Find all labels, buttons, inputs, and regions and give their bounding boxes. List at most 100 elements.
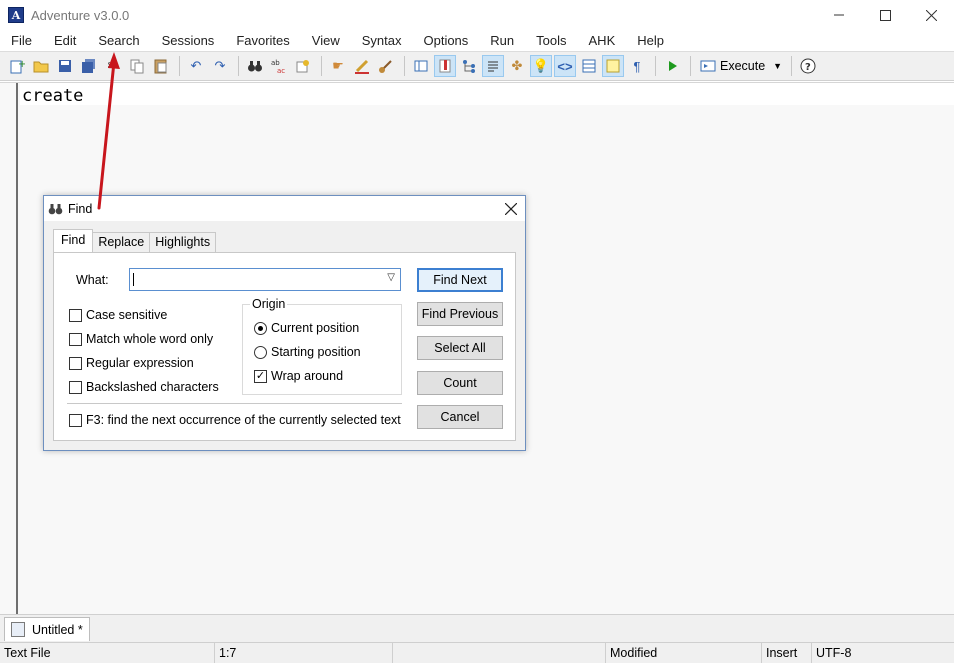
maximize-button[interactable]	[862, 0, 908, 30]
menu-tools[interactable]: Tools	[525, 30, 577, 51]
save-all-button[interactable]	[78, 55, 100, 77]
f3-hint-label: F3: find the next occurrence of the curr…	[86, 413, 401, 427]
document-tab-strip: Untitled *	[0, 614, 954, 642]
cut-button[interactable]: ✂	[102, 55, 124, 77]
new-file-icon: +	[10, 59, 25, 74]
close-icon	[504, 202, 518, 216]
menu-syntax[interactable]: Syntax	[351, 30, 413, 51]
help-button[interactable]: ?	[797, 55, 819, 77]
pilcrow-button[interactable]: ¶	[626, 55, 648, 77]
menu-ahk[interactable]: AHK	[578, 30, 627, 51]
bookmark-panel-button[interactable]	[434, 55, 456, 77]
note-button[interactable]	[602, 55, 624, 77]
menu-favorites[interactable]: Favorites	[225, 30, 300, 51]
execute-icon	[700, 60, 716, 72]
undo-button[interactable]: ↶	[185, 55, 207, 77]
case-sensitive-checkbox[interactable]: Case sensitive	[69, 308, 167, 322]
checkbox-box[interactable]	[69, 380, 82, 394]
code-button[interactable]: <>	[554, 55, 576, 77]
menu-help[interactable]: Help	[626, 30, 675, 51]
find-dialog: Find Find Replace Highlights What: ▽ Cas…	[43, 195, 526, 451]
window-title: Adventure v3.0.0	[31, 7, 130, 23]
starting-position-radio[interactable]: Starting position	[254, 345, 361, 359]
output-button[interactable]	[482, 55, 504, 77]
save-all-icon	[82, 59, 95, 73]
brush-icon	[379, 60, 392, 73]
checkbox-box[interactable]	[69, 413, 82, 427]
what-input[interactable]	[130, 269, 370, 290]
highlight-button[interactable]	[292, 55, 314, 77]
menu-search[interactable]: Search	[87, 30, 150, 51]
plugin-button[interactable]: ✤	[506, 55, 528, 77]
radio-button[interactable]	[254, 321, 267, 335]
binoculars-icon	[248, 61, 262, 72]
menu-file[interactable]: File	[0, 30, 43, 51]
menu-edit[interactable]: Edit	[43, 30, 87, 51]
chevron-down-icon[interactable]: ▽	[387, 272, 395, 283]
status-modified: Modified	[605, 643, 657, 663]
select-all-button[interactable]: Select All	[417, 336, 503, 360]
redo-icon: ↷	[214, 58, 226, 73]
run-button[interactable]	[661, 55, 683, 77]
document-tab[interactable]: Untitled *	[4, 617, 90, 641]
folder-icon	[33, 61, 49, 73]
tips-button[interactable]: 💡	[530, 55, 552, 77]
what-combobox[interactable]: ▽	[129, 268, 401, 291]
wrap-around-checkbox[interactable]: ✓ Wrap around	[254, 369, 343, 383]
tree-button[interactable]	[458, 55, 480, 77]
save-button[interactable]	[54, 55, 76, 77]
undo-icon: ↶	[190, 58, 202, 73]
whole-word-checkbox[interactable]: Match whole word only	[69, 332, 213, 346]
replace-button[interactable]: ab ac	[268, 55, 290, 77]
menu-options[interactable]: Options	[412, 30, 479, 51]
highlighter-icon	[296, 60, 309, 73]
find-previous-button[interactable]: Find Previous	[417, 302, 503, 326]
tab-replace[interactable]: Replace	[92, 232, 151, 252]
cancel-button[interactable]: Cancel	[417, 405, 503, 429]
checkbox-box[interactable]	[69, 356, 82, 370]
radio-button[interactable]	[254, 345, 267, 359]
current-position-radio[interactable]: Current position	[254, 321, 359, 335]
brush-button[interactable]	[375, 55, 397, 77]
backslashed-checkbox[interactable]: Backslashed characters	[69, 380, 219, 394]
checkbox-box[interactable]	[69, 332, 82, 346]
close-window-button[interactable]	[908, 0, 954, 30]
marker-button[interactable]	[351, 55, 373, 77]
close-dialog-button[interactable]	[504, 199, 518, 220]
origin-legend: Origin	[250, 297, 288, 311]
tab-highlights[interactable]: Highlights	[149, 232, 217, 252]
regex-checkbox[interactable]: Regular expression	[69, 356, 194, 370]
play-icon	[669, 61, 677, 71]
copy-button[interactable]	[126, 55, 148, 77]
pointing-hand-icon: ☛	[332, 58, 344, 73]
open-button[interactable]	[30, 55, 52, 77]
menu-view[interactable]: View	[301, 30, 351, 51]
execute-label: Execute	[720, 59, 766, 73]
editor-gutter	[0, 83, 18, 614]
checkbox-box[interactable]	[69, 308, 82, 322]
checkmark-icon[interactable]: ✓	[254, 369, 267, 383]
toolbar-separator	[179, 56, 180, 76]
find-button[interactable]	[244, 55, 266, 77]
f3-checkbox[interactable]: F3: find the next occurrence of the curr…	[69, 413, 401, 427]
paste-button[interactable]	[150, 55, 172, 77]
goto-button[interactable]: ☛	[327, 55, 349, 77]
execute-dropdown[interactable]: Execute ▼	[696, 55, 786, 77]
menu-run[interactable]: Run	[479, 30, 525, 51]
editor-text[interactable]: create	[22, 86, 83, 106]
tab-find[interactable]: Find	[53, 229, 94, 252]
menu-sessions[interactable]: Sessions	[151, 30, 226, 51]
svg-text:ab: ab	[271, 59, 280, 67]
new-file-button[interactable]: +	[6, 55, 28, 77]
toolbar-separator	[690, 56, 691, 76]
redo-button[interactable]: ↷	[209, 55, 231, 77]
pilcrow-icon: ¶	[633, 58, 641, 74]
window-icon	[414, 60, 428, 72]
find-next-button[interactable]: Find Next	[417, 268, 503, 292]
count-button[interactable]: Count	[417, 371, 503, 395]
panel-button[interactable]	[410, 55, 432, 77]
toolbar-separator	[238, 56, 239, 76]
split-button[interactable]	[578, 55, 600, 77]
minimize-button[interactable]	[816, 0, 862, 30]
toolbar-separator	[791, 56, 793, 76]
